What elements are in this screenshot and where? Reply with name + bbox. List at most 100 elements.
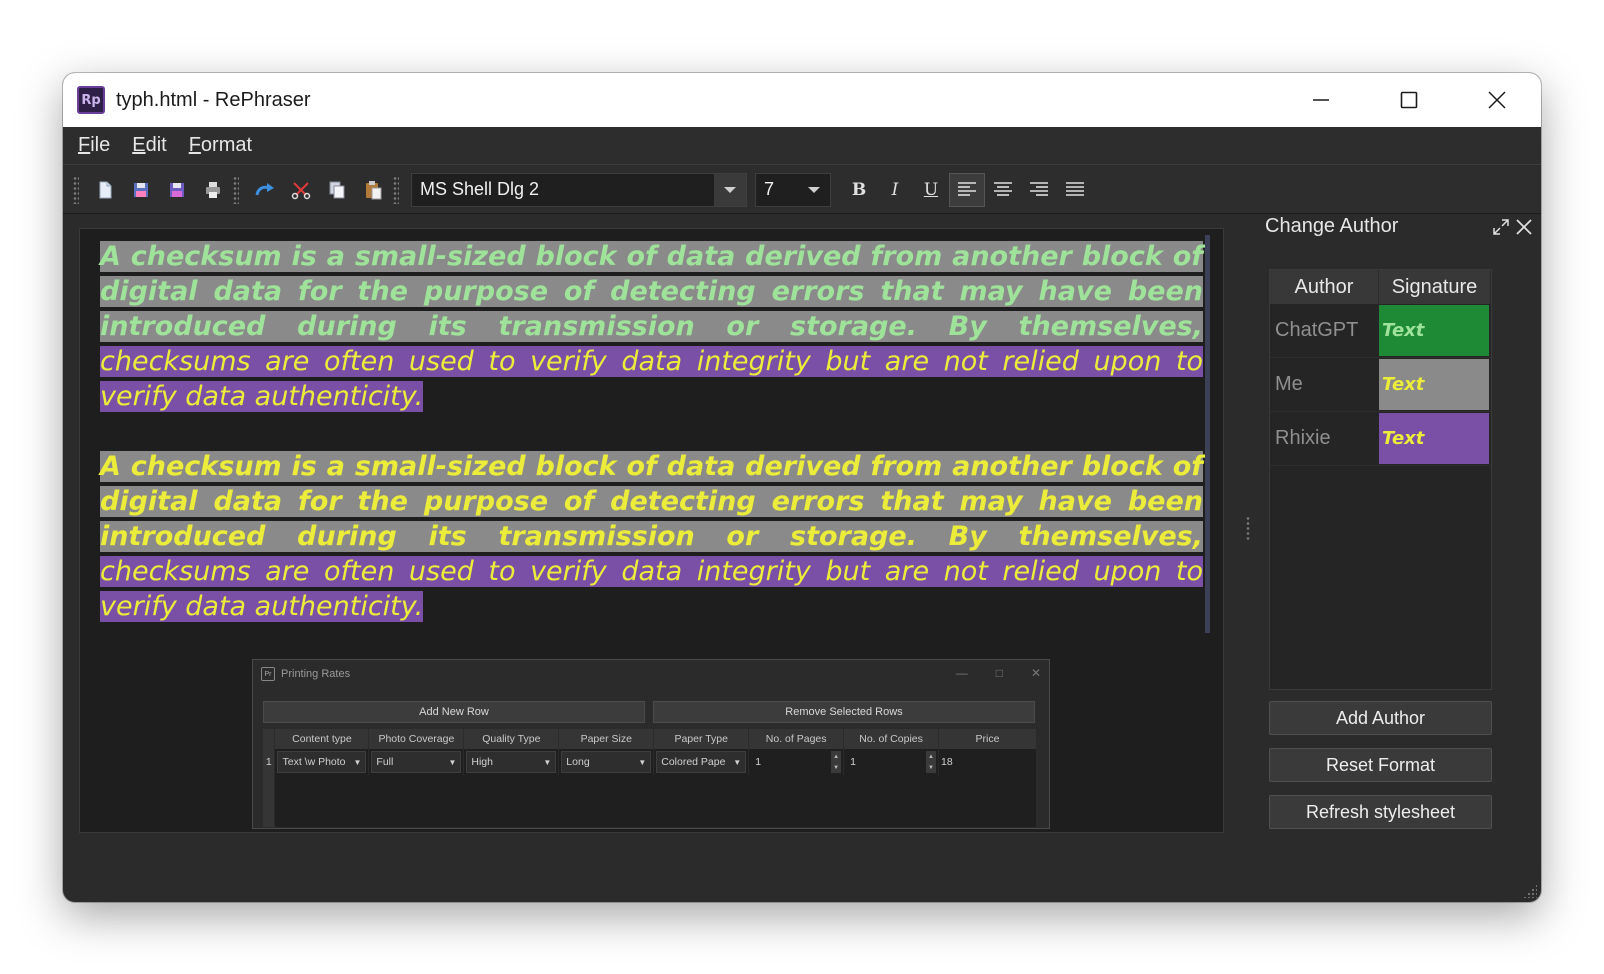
text-by-me: A checksum is a small-sized block of dat… (100, 451, 1203, 552)
toolbar-grip[interactable] (233, 175, 239, 204)
minimize-button[interactable] (1277, 73, 1365, 127)
align-center-button[interactable] (985, 173, 1021, 207)
author-name: Me (1275, 373, 1303, 395)
chevron-down-icon: ▼ (638, 757, 647, 767)
justify-button[interactable] (1057, 173, 1093, 207)
save-button[interactable] (123, 172, 159, 208)
font-size-value: 7 (764, 179, 775, 199)
menu-edit[interactable]: Edit (132, 134, 166, 157)
font-size-combo[interactable]: 7 (755, 172, 831, 207)
author-row-rhixie[interactable]: Rhixie Text (1270, 412, 1491, 466)
align-left-icon (958, 181, 976, 196)
column-header: Paper Size (558, 729, 655, 749)
remove-selected-rows-button: Remove Selected Rows (653, 701, 1035, 723)
quality-type-combo: High ▼ (466, 751, 557, 773)
undock-icon[interactable] (1493, 219, 1509, 235)
document-editor[interactable]: A checksum is a small-sized block of dat… (79, 228, 1224, 833)
redo-arrow-icon (255, 182, 274, 195)
refresh-stylesheet-button[interactable]: Refresh stylesheet (1269, 795, 1492, 829)
author-name: ChatGPT (1275, 319, 1359, 341)
italic-button[interactable]: I (877, 173, 913, 207)
toolbar: MS Shell Dlg 2 7 B I U (63, 166, 1541, 214)
resize-grip-icon[interactable] (1523, 884, 1537, 898)
menu-file[interactable]: File (78, 134, 110, 157)
rates-table: Content type Photo Coverage Quality Type… (263, 729, 1037, 827)
author-table-header: Author Signature (1270, 270, 1491, 304)
toolbar-grip[interactable] (393, 175, 399, 204)
chevron-down-icon: ▼ (448, 757, 457, 767)
column-header: Quality Type (463, 729, 560, 749)
document-paragraph[interactable]: A checksum is a small-sized block of dat… (100, 449, 1203, 624)
close-icon: ✕ (1030, 666, 1041, 680)
author-column-header[interactable]: Author (1270, 270, 1379, 304)
embedded-screenshot: Pr Printing Rates — □ ✕ Add New Row Remo… (252, 659, 1050, 829)
underline-button[interactable]: U (913, 173, 949, 207)
scissors-icon (291, 181, 311, 199)
redo-button[interactable] (247, 172, 283, 208)
add-new-row-button: Add New Row (263, 701, 645, 723)
app-icon: Rp (77, 86, 105, 114)
align-left-button[interactable] (949, 172, 985, 207)
paper-size-combo: Long ▼ (561, 751, 652, 773)
menu-format[interactable]: Format (189, 134, 252, 157)
spin-arrows-icon: ▲ ▼ (831, 751, 842, 773)
column-header: Price (938, 729, 1037, 749)
print-button[interactable] (195, 172, 231, 208)
chevron-down-icon[interactable] (714, 173, 746, 206)
copy-icon (329, 181, 345, 198)
panel-title: Change Author (1265, 215, 1399, 237)
chevron-down-icon: ▼ (543, 757, 552, 767)
cut-button[interactable] (283, 172, 319, 208)
document-paragraph[interactable]: A checksum is a small-sized block of dat… (100, 239, 1203, 414)
title-bar[interactable]: Rp typh.html - RePhraser (63, 73, 1541, 127)
main-window: Rp typh.html - RePhraser File Edit Forma… (63, 73, 1541, 902)
align-right-icon (1030, 181, 1048, 196)
align-right-button[interactable] (1021, 173, 1057, 207)
close-panel-icon[interactable] (1515, 218, 1533, 236)
toolbar-grip[interactable] (73, 175, 79, 204)
text-by-chatgpt: A checksum is a small-sized block of dat… (100, 241, 1203, 342)
minimize-icon: — (955, 666, 968, 680)
minimize-icon (1313, 99, 1329, 101)
text-by-rhixie: checksums are often used to verify data … (100, 556, 1203, 622)
photo-coverage-combo: Full ▼ (371, 751, 462, 773)
maximize-button[interactable] (1365, 73, 1453, 127)
price-cell: 18 (938, 749, 1037, 775)
column-header: No. of Copies (843, 729, 940, 749)
copies-spinbox: 1 ▲ ▼ (846, 751, 937, 773)
embedded-title-bar: Pr Printing Rates — □ ✕ (253, 660, 1049, 688)
close-button[interactable] (1453, 73, 1541, 127)
author-row-me[interactable]: Me Text (1270, 358, 1491, 412)
author-row-chatgpt[interactable]: ChatGPT Text (1270, 304, 1491, 358)
column-header: Content type (274, 729, 370, 749)
signature-column-header[interactable]: Signature (1379, 270, 1491, 304)
reset-format-button[interactable]: Reset Format (1269, 748, 1492, 782)
save-as-button[interactable] (159, 172, 195, 208)
align-justify-icon (1066, 181, 1084, 196)
paste-icon (366, 180, 382, 199)
panel-controls (1493, 218, 1533, 236)
new-button[interactable] (87, 172, 123, 208)
menu-bar: File Edit Format (63, 127, 1541, 165)
splitter-handle[interactable] (1246, 516, 1250, 542)
table-header-row: Content type Photo Coverage Quality Type… (263, 729, 1037, 749)
author-table[interactable]: Author Signature ChatGPT Text Me Text Rh… (1269, 269, 1492, 690)
embedded-window-title: Printing Rates (281, 668, 351, 680)
bold-button[interactable]: B (841, 173, 877, 207)
window-controls (1277, 73, 1541, 127)
spin-arrows-icon: ▲ ▼ (926, 751, 937, 773)
save-icon (134, 182, 148, 197)
content-type-combo: Text \w Photo ▼ (277, 751, 367, 773)
embedded-app-icon: Pr (261, 667, 275, 681)
add-author-button[interactable]: Add Author (1269, 701, 1492, 735)
column-header: No. of Pages (748, 729, 845, 749)
text-by-rhixie: checksums are often used to verify data … (100, 346, 1203, 412)
copy-button[interactable] (319, 172, 355, 208)
author-signature: Text (1379, 413, 1489, 464)
close-icon (1488, 91, 1506, 109)
document-scrollbar[interactable] (1205, 235, 1210, 633)
author-signature: Text (1379, 359, 1489, 410)
chevron-down-icon[interactable] (798, 174, 830, 206)
paste-button[interactable] (355, 172, 391, 208)
font-family-combo[interactable]: MS Shell Dlg 2 (411, 172, 747, 207)
